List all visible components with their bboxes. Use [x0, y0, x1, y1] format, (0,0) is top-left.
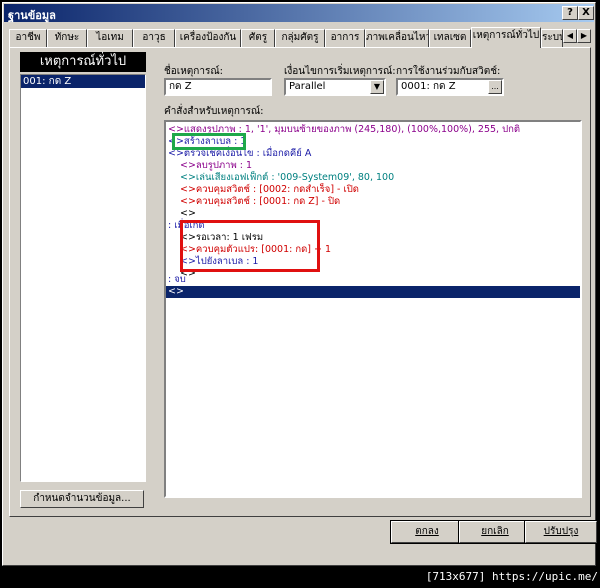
- event-list-header: เหตุการณ์ทั่วไป: [20, 52, 146, 72]
- event-list-panel: เหตุการณ์ทั่วไป 001: กด Z: [20, 52, 148, 482]
- command-empty[interactable]: <>: [180, 208, 196, 220]
- change-maximum-button[interactable]: กำหนดจำนวนข้อมูล...: [20, 490, 144, 508]
- window-title: ฐานข้อมูล: [8, 9, 56, 22]
- tab-troop[interactable]: กลุ่มศัตรู: [275, 29, 325, 47]
- cancel-button[interactable]: ยกเลิก: [458, 520, 532, 544]
- event-list[interactable]: 001: กด Z: [20, 74, 146, 482]
- cancel-label: ยกเลิก: [481, 526, 509, 537]
- switch-browse-button[interactable]: ...: [488, 80, 502, 94]
- ok-label: ตกลง: [415, 526, 439, 537]
- chevron-down-icon[interactable]: ▼: [370, 80, 384, 94]
- command-control-switch-1[interactable]: <>ควบคุมสวิตช์ : [0002: กดสำเร็จ] - เปิด: [180, 184, 359, 196]
- tab-state[interactable]: อาการ: [325, 29, 365, 47]
- commands-label: คำสั่งสำหรับเหตุการณ์:: [164, 106, 264, 117]
- switch-value: 0001: กด Z: [401, 81, 456, 92]
- name-label: ชื่อเหตุการณ์:: [164, 66, 223, 77]
- image-host-caption: [713x677] https://upic.me/: [425, 570, 598, 583]
- tab-weapon[interactable]: อาวุธ: [133, 29, 175, 47]
- ok-button[interactable]: ตกลง: [390, 520, 464, 544]
- database-window: ฐานข้อมูล ? X อาชีพ ทักษะ ไอเทม อาวุธ เค…: [2, 2, 598, 566]
- tab-common-events[interactable]: เหตุการณ์ทั่วไป: [471, 27, 541, 48]
- name-field[interactable]: กด Z: [164, 78, 272, 96]
- switch-label: การใช้งานร่วมกับสวิตช์:: [396, 66, 501, 77]
- trigger-select[interactable]: Parallel ▼: [284, 78, 386, 96]
- tab-scroll-left-icon[interactable]: ◀: [563, 29, 577, 43]
- tab-tileset[interactable]: เทลเซต: [429, 29, 471, 47]
- tab-scroll-right-icon[interactable]: ▶: [577, 29, 591, 43]
- command-control-switch-2[interactable]: <>ควบคุมสวิตช์ : [0001: กด Z] - ปิด: [180, 196, 340, 208]
- trigger-value: Parallel: [289, 81, 326, 92]
- trigger-label: เงื่อนไขการเริ่มเหตุการณ์:: [284, 66, 396, 77]
- list-item[interactable]: 001: กด Z: [21, 75, 145, 88]
- tab-strip: อาชีพ ทักษะ ไอเทม อาวุธ เครื่องป้องกัน ศ…: [9, 27, 591, 48]
- title-bar[interactable]: ฐานข้อมูล ? X: [4, 4, 594, 22]
- tab-item[interactable]: ไอเทม: [87, 29, 133, 47]
- event-commands-list[interactable]: <>แสดงรูปภาพ : 1, '1', มุมบนซ้ายของภาพ (…: [164, 120, 582, 498]
- tab-skill[interactable]: ทักษะ: [47, 29, 87, 47]
- help-button[interactable]: ?: [562, 6, 578, 20]
- command-erase-picture[interactable]: <>ลบรูปภาพ : 1: [180, 160, 252, 172]
- tab-animation[interactable]: ภาพเคลื่อนไหว: [365, 29, 429, 47]
- tab-system[interactable]: ระบบ: [541, 29, 563, 47]
- command-play-se[interactable]: <>เล่นเสียงเอฟเฟ็กต์ : '009-System09', 8…: [180, 172, 394, 184]
- green-highlight-box: [172, 133, 246, 150]
- tab-class[interactable]: อาชีพ: [9, 29, 47, 47]
- apply-button[interactable]: ปรับปรุง: [524, 520, 598, 544]
- apply-label: ปรับปรุง: [543, 526, 579, 537]
- command-branch-end[interactable]: : จบ: [168, 274, 186, 286]
- switch-field[interactable]: 0001: กด Z ...: [396, 78, 504, 96]
- tab-armor[interactable]: เครื่องป้องกัน: [175, 29, 241, 47]
- selected-row-highlight: [166, 286, 580, 298]
- tab-page: เหตุการณ์ทั่วไป 001: กด Z กำหนดจำนวนข้อม…: [9, 47, 591, 517]
- close-button[interactable]: X: [578, 6, 594, 20]
- command-insert-point[interactable]: <>: [168, 286, 184, 298]
- red-highlight-box: [180, 220, 320, 272]
- tab-enemy[interactable]: ศัตรู: [241, 29, 275, 47]
